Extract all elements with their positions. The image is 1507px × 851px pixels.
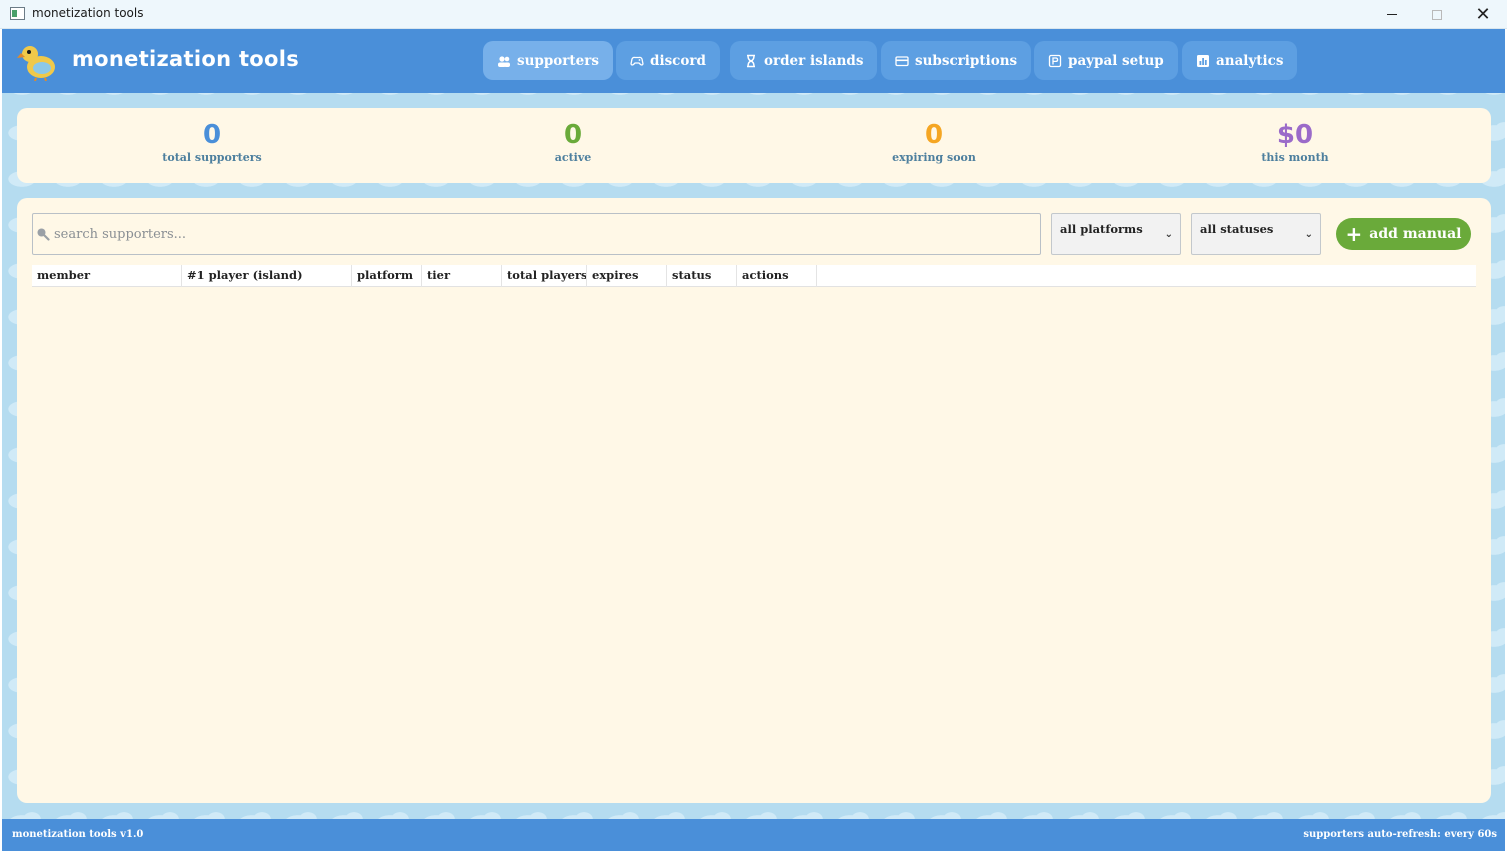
tab-discord-label: discord [650, 52, 706, 69]
supporters-panel: all platforms ⌄ all statuses ⌄ + add man… [17, 198, 1491, 803]
plus-icon: + [1345, 222, 1363, 246]
gamepad-icon [630, 54, 644, 68]
tab-supporters-label: supporters [517, 52, 599, 69]
paypal-icon [1048, 54, 1062, 68]
platform-filter-select[interactable]: all platforms ⌄ [1051, 213, 1181, 255]
stats-card: 0 total supporters 0 active 0 expiring s… [17, 108, 1491, 183]
supporters-table-header: member #1 player (island) platform tier … [32, 265, 1476, 287]
tab-paypal-setup[interactable]: paypal setup [1034, 41, 1178, 80]
refresh-status: supporters auto-refresh: every 60s [1303, 829, 1497, 840]
window-title: monetization tools [32, 6, 144, 20]
column-header-platform[interactable]: platform [352, 265, 422, 287]
column-header-status[interactable]: status [667, 265, 737, 287]
stat-value: $0 [1276, 120, 1314, 150]
dodo-logo-icon [17, 46, 55, 81]
tab-supporters[interactable]: supporters [483, 41, 613, 80]
users-icon [497, 54, 511, 68]
platform-filter-value: all platforms [1060, 222, 1143, 236]
stat-total-supporters: 0 total supporters [112, 120, 312, 164]
stat-label: total supporters [162, 151, 262, 164]
tab-order-islands[interactable]: order islands [730, 41, 878, 80]
column-header-member[interactable]: member [32, 265, 182, 287]
chevron-down-icon: ⌄ [1164, 229, 1173, 240]
add-manual-button[interactable]: + add manual [1336, 218, 1471, 250]
stat-this-month: $0 this month [1195, 120, 1395, 164]
stat-label: expiring soon [892, 151, 976, 164]
tab-subscriptions[interactable]: subscriptions [881, 41, 1032, 80]
app-brand-title: monetization tools [72, 47, 300, 71]
card-icon [895, 54, 909, 68]
app-window-icon [10, 7, 25, 20]
column-header-tier[interactable]: tier [422, 265, 502, 287]
column-header-top-player[interactable]: #1 player (island) [182, 265, 352, 287]
tab-subscriptions-label: subscriptions [915, 52, 1018, 69]
close-icon: ✕ [1475, 4, 1491, 25]
window-titlebar: monetization tools ✕ [0, 0, 1507, 29]
status-filter-value: all statuses [1200, 222, 1274, 236]
stat-value: 0 [563, 120, 583, 150]
stat-value: 0 [202, 120, 222, 150]
tab-analytics[interactable]: analytics [1182, 41, 1298, 80]
version-label: monetization tools v1.0 [12, 829, 144, 840]
search-box[interactable] [32, 213, 1041, 255]
minimize-button[interactable] [1369, 0, 1415, 29]
maximize-button[interactable] [1414, 0, 1460, 29]
tab-paypal-setup-label: paypal setup [1068, 52, 1164, 69]
app-header: monetization tools supporters discord or… [2, 29, 1505, 93]
chevron-down-icon: ⌄ [1304, 229, 1313, 240]
stat-label: active [554, 151, 592, 164]
close-button[interactable]: ✕ [1460, 0, 1506, 29]
search-input[interactable] [54, 226, 1014, 242]
column-header-actions[interactable]: actions [737, 265, 817, 287]
column-header-expires[interactable]: expires [587, 265, 667, 287]
status-footer: monetization tools v1.0 supporters auto-… [2, 819, 1505, 851]
add-manual-label: add manual [1369, 226, 1462, 242]
stat-value: 0 [924, 120, 944, 150]
tab-order-islands-label: order islands [764, 52, 864, 69]
app-container: monetization tools supporters discord or… [2, 29, 1505, 851]
stat-label: this month [1261, 151, 1329, 164]
hourglass-icon [744, 54, 758, 68]
tab-analytics-label: analytics [1216, 52, 1284, 69]
minimize-icon [1387, 14, 1397, 15]
search-icon [37, 228, 50, 241]
chart-icon [1196, 54, 1210, 68]
status-filter-select[interactable]: all statuses ⌄ [1191, 213, 1321, 255]
tab-discord[interactable]: discord [616, 41, 720, 80]
maximize-icon [1432, 9, 1442, 20]
stat-active: 0 active [473, 120, 673, 164]
stat-expiring-soon: 0 expiring soon [834, 120, 1034, 164]
column-header-total-players[interactable]: total players [502, 265, 587, 287]
